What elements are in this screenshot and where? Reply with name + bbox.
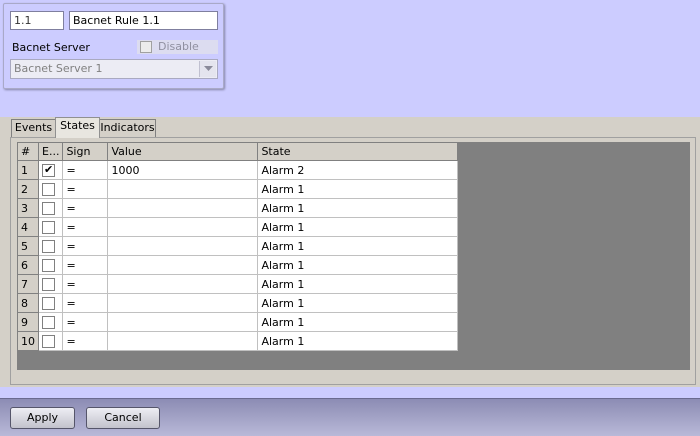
cancel-button[interactable]: Cancel (86, 407, 160, 429)
column-header-number[interactable]: # (17, 142, 39, 161)
action-bar: Apply Cancel (0, 398, 700, 436)
row-number: 10 (17, 331, 39, 351)
column-header-enabled[interactable]: E... (37, 142, 64, 161)
enabled-checkbox[interactable] (42, 258, 55, 272)
value-cell[interactable] (107, 236, 259, 256)
enabled-checkbox[interactable] (42, 334, 55, 348)
row-number: 7 (17, 274, 39, 294)
state-cell[interactable]: Alarm 1 (257, 312, 459, 332)
table-row[interactable]: 4 = Alarm 1 (17, 217, 459, 237)
state-cell[interactable]: Alarm 2 (257, 160, 459, 180)
value-cell[interactable] (107, 293, 259, 313)
state-cell[interactable]: Alarm 1 (257, 274, 459, 294)
disable-checkbox[interactable] (140, 41, 152, 53)
apply-button[interactable]: Apply (10, 407, 75, 429)
sign-cell[interactable]: = (62, 274, 109, 294)
enabled-checkbox[interactable] (42, 239, 55, 253)
sign-cell[interactable]: = (62, 179, 109, 199)
state-cell[interactable]: Alarm 1 (257, 198, 459, 218)
state-cell[interactable]: Alarm 1 (257, 255, 459, 275)
chevron-down-icon[interactable] (199, 61, 216, 77)
state-cell[interactable]: Alarm 1 (257, 236, 459, 256)
row-number: 4 (17, 217, 39, 237)
table-row[interactable]: 2 = Alarm 1 (17, 179, 459, 199)
row-number: 1 (17, 160, 39, 180)
row-number: 2 (17, 179, 39, 199)
enabled-checkbox[interactable] (42, 163, 55, 177)
states-table: # E... Sign Value State 1=1000Alarm 22=A… (17, 142, 459, 351)
enabled-cell (37, 179, 64, 199)
sign-cell[interactable]: = (62, 255, 109, 275)
table-row[interactable]: 5 = Alarm 1 (17, 236, 459, 256)
row-number: 8 (17, 293, 39, 313)
value-cell[interactable] (107, 274, 259, 294)
table-row[interactable]: 6 = Alarm 1 (17, 255, 459, 275)
disable-checkbox-area[interactable]: Disable (137, 40, 218, 54)
row-number: 6 (17, 255, 39, 275)
sign-cell[interactable]: = (62, 236, 109, 256)
table-row[interactable]: 9 = Alarm 1 (17, 312, 459, 332)
value-cell[interactable] (107, 312, 259, 332)
enabled-cell (37, 198, 64, 218)
server-select-value: Bacnet Server 1 (14, 62, 103, 75)
enabled-cell (37, 217, 64, 237)
state-cell[interactable]: Alarm 1 (257, 179, 459, 199)
enabled-checkbox[interactable] (42, 296, 55, 310)
row-number: 9 (17, 312, 39, 332)
table-row[interactable]: 1 =1000Alarm 2 (17, 160, 459, 180)
value-cell[interactable] (107, 217, 259, 237)
enabled-checkbox[interactable] (42, 315, 55, 329)
enabled-checkbox[interactable] (42, 182, 55, 196)
sign-cell[interactable]: = (62, 217, 109, 237)
state-cell[interactable]: Alarm 1 (257, 293, 459, 313)
sign-cell[interactable]: = (62, 331, 109, 351)
rule-id-field[interactable]: 1.1 (10, 11, 64, 30)
table-row[interactable]: 3 = Alarm 1 (17, 198, 459, 218)
value-cell[interactable] (107, 331, 259, 351)
tab-indicators[interactable]: Indicators (99, 119, 156, 137)
enabled-checkbox[interactable] (42, 277, 55, 291)
column-header-sign[interactable]: Sign (62, 142, 109, 161)
value-cell[interactable] (107, 198, 259, 218)
tab-events[interactable]: Events (11, 119, 56, 137)
row-number: 5 (17, 236, 39, 256)
enabled-checkbox[interactable] (42, 220, 55, 234)
enabled-cell (37, 312, 64, 332)
tab-states[interactable]: States (55, 117, 100, 138)
tabs-area: Events States Indicators # E... Sign Val… (0, 117, 700, 387)
rule-name-field[interactable]: Bacnet Rule 1.1 (69, 11, 218, 30)
server-label: Bacnet Server (12, 41, 90, 54)
rule-settings-panel: 1.1 Bacnet Rule 1.1 Bacnet Server Disabl… (3, 3, 224, 89)
row-number: 3 (17, 198, 39, 218)
table-row[interactable]: 8 = Alarm 1 (17, 293, 459, 313)
enabled-cell (37, 274, 64, 294)
table-row[interactable]: 10 = Alarm 1 (17, 331, 459, 351)
enabled-cell (37, 160, 64, 180)
sign-cell[interactable]: = (62, 198, 109, 218)
value-cell[interactable] (107, 179, 259, 199)
states-tab-panel: # E... Sign Value State 1=1000Alarm 22=A… (10, 137, 696, 385)
enabled-checkbox[interactable] (42, 201, 55, 215)
state-cell[interactable]: Alarm 1 (257, 331, 459, 351)
enabled-cell (37, 255, 64, 275)
sign-cell[interactable]: = (62, 312, 109, 332)
table-row[interactable]: 7 = Alarm 1 (17, 274, 459, 294)
enabled-cell (37, 293, 64, 313)
value-cell[interactable] (107, 255, 259, 275)
state-cell[interactable]: Alarm 1 (257, 217, 459, 237)
enabled-cell (37, 236, 64, 256)
disable-label: Disable (158, 40, 199, 53)
sign-cell[interactable]: = (62, 293, 109, 313)
column-header-value[interactable]: Value (107, 142, 259, 161)
value-cell[interactable]: 1000 (107, 160, 259, 180)
server-select[interactable]: Bacnet Server 1 (10, 59, 218, 79)
sign-cell[interactable]: = (62, 160, 109, 180)
states-grid: # E... Sign Value State 1=1000Alarm 22=A… (17, 142, 690, 370)
column-header-state[interactable]: State (257, 142, 459, 161)
enabled-cell (37, 331, 64, 351)
